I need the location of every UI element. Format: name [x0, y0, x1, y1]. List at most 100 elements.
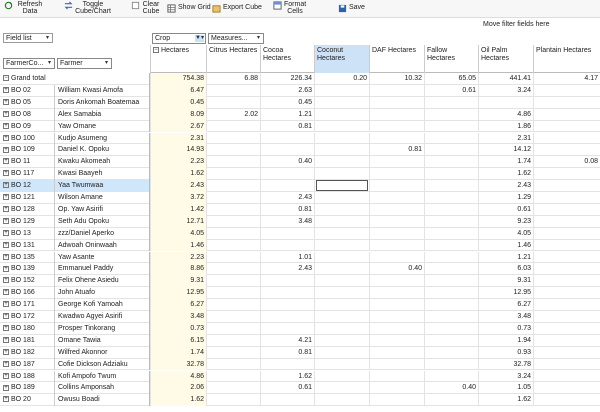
value-cell[interactable]: 12.95 — [150, 287, 206, 300]
expand-icon[interactable]: + — [3, 206, 9, 213]
value-cell[interactable] — [369, 299, 424, 311]
value-cell[interactable]: 2.43 — [150, 180, 206, 192]
expand-icon[interactable]: + — [3, 289, 9, 296]
value-cell[interactable] — [206, 168, 260, 181]
value-cell[interactable]: 0.81 — [260, 120, 314, 133]
farmer-field-button[interactable]: Farmer ▾ — [57, 58, 112, 69]
value-cell[interactable] — [314, 311, 369, 323]
value-cell[interactable]: 1.46 — [150, 239, 206, 252]
table-row[interactable]: + BO 171 George Kofi Yamoah 6.27 6.27 — [0, 299, 600, 311]
value-cell[interactable] — [424, 370, 478, 383]
value-cell[interactable] — [424, 299, 478, 311]
expand-icon[interactable]: + — [3, 87, 9, 94]
expand-icon[interactable]: + — [3, 182, 9, 189]
column-header-4[interactable]: DAF Hectares — [369, 45, 424, 73]
value-cell[interactable]: 14.12 — [478, 144, 533, 157]
expand-icon[interactable]: + — [3, 158, 9, 165]
value-cell[interactable] — [206, 203, 260, 216]
value-cell[interactable] — [533, 120, 600, 133]
value-cell[interactable] — [260, 287, 314, 300]
column-header-2[interactable]: Cocoa Hectares — [260, 45, 314, 73]
value-cell[interactable]: 0.61 — [424, 84, 478, 97]
table-row[interactable]: + BO 188 Kofi Ampofo Twum 4.86 1.62 3.24 — [0, 370, 600, 383]
value-cell[interactable] — [424, 394, 478, 407]
value-cell[interactable] — [314, 370, 369, 383]
value-cell[interactable] — [206, 84, 260, 97]
value-cell[interactable] — [260, 358, 314, 371]
expand-icon[interactable]: + — [3, 301, 9, 308]
value-cell[interactable]: 3.72 — [150, 192, 206, 204]
expand-icon[interactable]: + — [3, 372, 9, 379]
value-cell[interactable]: 9.23 — [478, 215, 533, 228]
value-cell[interactable] — [206, 215, 260, 228]
table-row[interactable]: + BO 182 Wilfred Akonnor 1.74 0.81 0.93 — [0, 346, 600, 359]
value-cell[interactable] — [369, 192, 424, 204]
table-row[interactable]: + BO 05 Doris Ankomah Boatemaa 0.45 0.45 — [0, 96, 600, 109]
value-cell[interactable] — [314, 156, 369, 169]
value-cell[interactable] — [533, 299, 600, 311]
value-cell[interactable] — [533, 370, 600, 383]
value-cell[interactable] — [206, 346, 260, 359]
expand-icon[interactable]: + — [3, 265, 9, 272]
value-cell[interactable] — [260, 299, 314, 311]
column-header-6[interactable]: Oil Palm Hectares — [478, 45, 533, 73]
expand-icon[interactable]: + — [3, 336, 9, 343]
value-cell[interactable] — [533, 168, 600, 181]
value-cell[interactable] — [533, 144, 600, 157]
value-cell[interactable] — [260, 394, 314, 407]
value-cell[interactable] — [424, 215, 478, 228]
table-row[interactable]: + BO 109 Daniel K. Opoku 14.93 0.81 14.12 — [0, 144, 600, 157]
value-cell[interactable] — [533, 227, 600, 240]
value-cell[interactable] — [424, 156, 478, 169]
value-cell[interactable] — [369, 203, 424, 216]
value-cell[interactable]: 2.67 — [150, 120, 206, 133]
value-cell[interactable] — [314, 84, 369, 97]
value-cell[interactable] — [206, 132, 260, 145]
value-cell[interactable] — [533, 263, 600, 276]
value-cell[interactable] — [206, 120, 260, 133]
value-cell[interactable] — [533, 215, 600, 228]
value-cell[interactable]: 2.23 — [150, 156, 206, 169]
value-cell[interactable] — [424, 227, 478, 240]
value-cell[interactable] — [314, 120, 369, 133]
value-cell[interactable]: 3.24 — [478, 370, 533, 383]
value-cell[interactable]: 0.73 — [150, 322, 206, 335]
value-cell[interactable] — [369, 275, 424, 288]
value-cell[interactable]: 1.62 — [478, 394, 533, 407]
value-cell[interactable]: 754.38 — [150, 73, 206, 85]
value-cell[interactable] — [206, 287, 260, 300]
value-cell[interactable] — [260, 168, 314, 181]
value-cell[interactable]: 1.29 — [478, 192, 533, 204]
value-cell[interactable] — [424, 180, 478, 192]
value-cell[interactable]: 2.43 — [478, 180, 533, 192]
value-cell[interactable]: 6.88 — [206, 73, 260, 85]
field-list-dropdown[interactable]: Field list ▾ — [3, 33, 53, 43]
table-row[interactable]: + BO 02 William Kwasi Amofa 6.47 2.63 0.61 3.2… — [0, 84, 600, 97]
value-cell[interactable]: 10.32 — [369, 73, 424, 85]
value-cell[interactable]: 4.17 — [533, 73, 600, 85]
expand-icon[interactable]: + — [3, 241, 9, 248]
table-row[interactable]: + BO 08 Alex Samabia 8.09 2.02 1.21 4.86 — [0, 108, 600, 121]
value-cell[interactable] — [314, 394, 369, 407]
value-cell[interactable]: 4.05 — [478, 227, 533, 240]
value-cell[interactable] — [424, 263, 478, 276]
value-cell[interactable] — [424, 251, 478, 264]
value-cell[interactable]: 1.42 — [150, 203, 206, 216]
value-cell[interactable] — [314, 239, 369, 252]
column-header-3[interactable]: Coconut Hectares — [314, 45, 369, 73]
value-cell[interactable] — [369, 120, 424, 133]
value-cell[interactable] — [533, 358, 600, 371]
expand-icon[interactable]: + — [3, 217, 9, 224]
value-cell[interactable] — [369, 180, 424, 192]
value-cell[interactable]: 0.81 — [369, 144, 424, 157]
value-cell[interactable]: 0.45 — [260, 96, 314, 109]
expand-icon[interactable]: + — [3, 170, 9, 177]
value-cell[interactable] — [424, 239, 478, 252]
value-cell[interactable] — [314, 168, 369, 181]
value-cell[interactable] — [206, 358, 260, 371]
value-cell[interactable]: 9.31 — [478, 275, 533, 288]
value-cell[interactable]: 1.01 — [260, 251, 314, 264]
value-cell[interactable] — [424, 334, 478, 347]
value-cell[interactable]: 2.43 — [260, 192, 314, 204]
value-cell[interactable]: 0.81 — [260, 346, 314, 359]
